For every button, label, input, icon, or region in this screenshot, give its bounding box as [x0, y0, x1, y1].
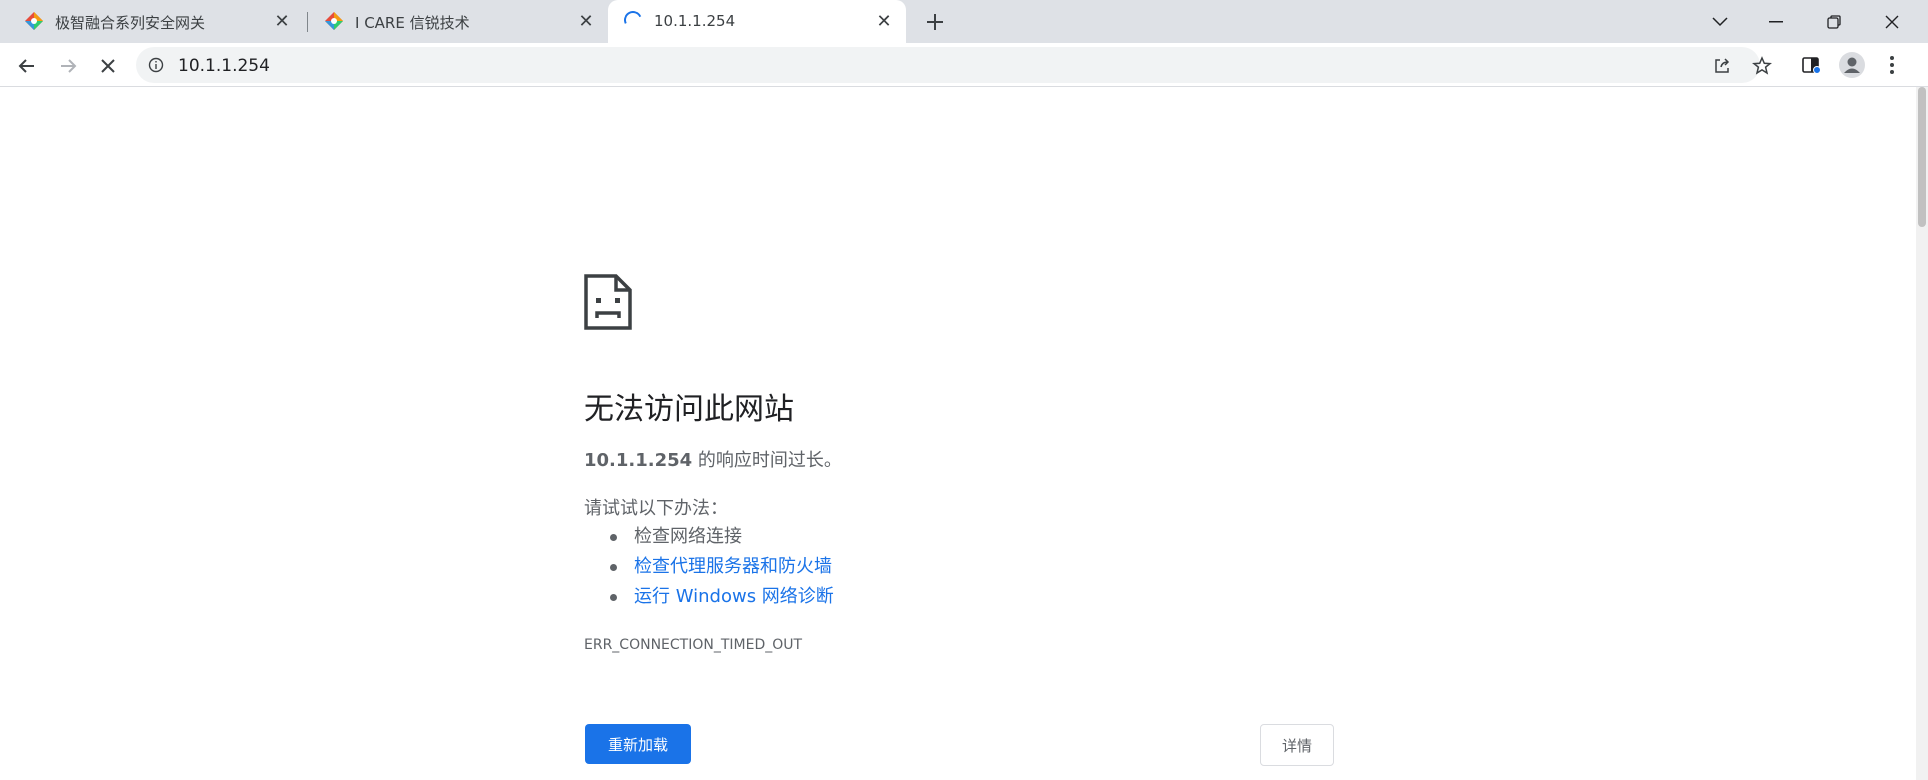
arrow-left-icon [18, 59, 34, 73]
side-panel-button[interactable] [1796, 50, 1826, 80]
tab-title: 极智融合系列安全网关 [55, 14, 206, 32]
suggestions-list: 检查网络连接 检查代理服务器和防火墙 运行 Windows 网络诊断 [584, 522, 834, 612]
restore-icon [1827, 14, 1841, 29]
suggestion-check-proxy-link[interactable]: 检查代理服务器和防火墙 [610, 552, 834, 582]
brand-diamond-icon [325, 12, 343, 30]
error-host: 10.1.1.254 [584, 450, 693, 471]
info-icon[interactable] [148, 57, 164, 73]
arrow-right-icon [61, 59, 77, 73]
close-window-button[interactable] [1864, 0, 1920, 43]
tab-security-gateway[interactable]: 极智融合系列安全网关 ✕ [0, 0, 304, 43]
share-icon[interactable] [1712, 56, 1732, 76]
tab-search-button[interactable] [1692, 0, 1748, 43]
brand-diamond-icon [25, 12, 43, 30]
details-button[interactable]: 详情 [1260, 724, 1334, 766]
scrollbar-thumb[interactable] [1918, 87, 1926, 227]
minimize-icon [1769, 20, 1783, 22]
suggestions-label: 请试试以下办法： [584, 498, 728, 519]
close-icon [1885, 15, 1899, 28]
tab-strip: 极智融合系列安全网关 ✕ I CARE 信锐技术 ✕ 10.1.1.254 ✕ [0, 0, 1928, 43]
address-bar[interactable]: 10.1.1.254 [136, 47, 1772, 83]
url-text[interactable]: 10.1.1.254 [178, 56, 270, 76]
error-code: ERR_CONNECTION_TIMED_OUT [584, 637, 803, 653]
close-tab-icon[interactable]: ✕ [272, 11, 292, 32]
browser-toolbar: 10.1.1.254 [0, 43, 1928, 87]
loading-spinner-icon [621, 8, 645, 32]
avatar-icon [1839, 52, 1865, 78]
suggestion-check-network: 检查网络连接 [610, 522, 834, 552]
back-button[interactable] [10, 49, 44, 83]
close-tab-icon[interactable]: ✕ [874, 11, 894, 32]
menu-button[interactable] [1877, 50, 1907, 80]
tab-title: I CARE 信锐技术 [355, 14, 470, 32]
tab-active-10-1-1-254[interactable]: 10.1.1.254 ✕ [608, 0, 906, 43]
suggestion-windows-diagnostics-link[interactable]: 运行 Windows 网络诊断 [610, 582, 834, 612]
error-summary: 10.1.1.254 的响应时间过长。 [584, 446, 842, 472]
minimize-button[interactable] [1748, 0, 1804, 43]
reload-button[interactable]: 重新加载 [585, 724, 691, 764]
tab-title: 10.1.1.254 [654, 12, 736, 30]
chevron-down-icon [1712, 16, 1728, 26]
profile-button[interactable] [1837, 50, 1867, 80]
plus-icon [927, 14, 943, 30]
bookmark-star-icon[interactable] [1752, 56, 1772, 76]
error-title: 无法访问此网站 [584, 392, 794, 427]
error-summary-text: 的响应时间过长。 [692, 450, 842, 471]
more-vertical-icon [1890, 56, 1894, 74]
side-panel-icon [1802, 57, 1821, 74]
tab-icare[interactable]: I CARE 信锐技术 ✕ [300, 0, 608, 43]
close-tab-icon[interactable]: ✕ [576, 11, 596, 32]
forward-button[interactable] [51, 49, 85, 83]
sad-document-icon [584, 274, 632, 330]
stop-loading-button[interactable] [91, 49, 125, 83]
stop-icon [101, 59, 115, 73]
new-tab-button[interactable] [920, 7, 950, 37]
restore-button[interactable] [1806, 0, 1862, 43]
